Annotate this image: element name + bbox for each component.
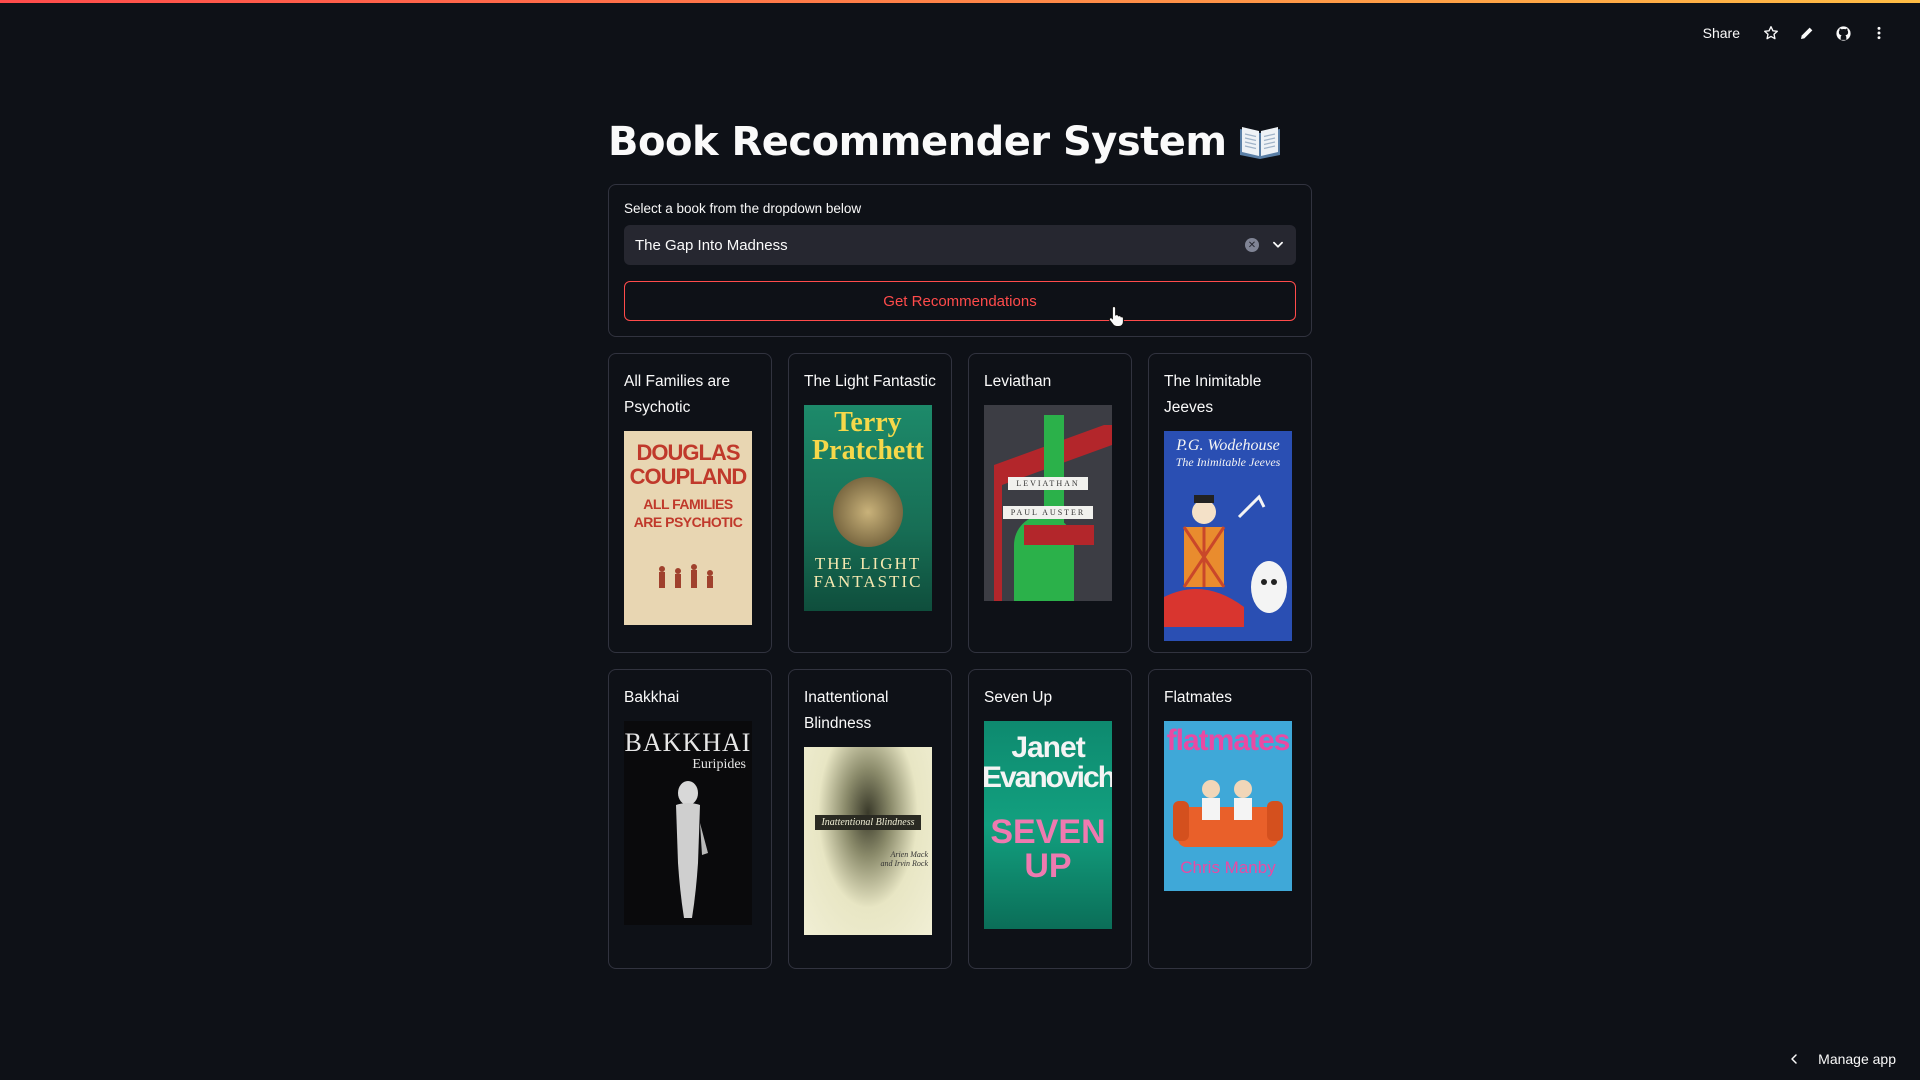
manage-app-label: Manage app: [1818, 1051, 1896, 1067]
jeeves-illustration: [1164, 494, 1287, 627]
book-cover: Inattentional Blindness Arien Mack and I…: [804, 747, 932, 935]
family-illustration: [659, 564, 713, 588]
cover-text: UP: [1024, 847, 1072, 885]
cover-text: P.G. Wodehouse: [1176, 437, 1280, 454]
cover-text: DOUGLAS: [636, 440, 741, 465]
cover-text: Janet: [1011, 731, 1085, 764]
cover-text: THE LIGHT: [814, 554, 922, 573]
leviathan-art: [984, 405, 1112, 601]
book-card: Flatmates flatmates Chris Manby: [1148, 669, 1312, 969]
pointer-cursor-icon: [1108, 305, 1126, 332]
cover-text: Pratchett: [812, 435, 924, 466]
book-emoji-icon: [1237, 123, 1283, 161]
cover-text: Evanovich: [984, 761, 1112, 794]
book-card: The Light Fantastic Terry Pratchett THE …: [788, 353, 952, 653]
cover-art: [833, 477, 903, 547]
book-select-value: The Gap Into Madness: [635, 236, 788, 254]
sofa-illustration: [1173, 780, 1283, 847]
cover-text: COUPLAND: [629, 464, 748, 489]
book-title: Flatmates: [1164, 689, 1233, 706]
cover-text: Terry: [834, 407, 902, 438]
recommendations-grid: All Families are Psychotic DOUGLAS COUPL…: [608, 353, 1312, 969]
more-icon[interactable]: [1868, 22, 1890, 44]
book-select-label: Select a book from the dropdown below: [624, 201, 862, 216]
get-recommendations-button[interactable]: Get Recommendations: [624, 281, 1296, 321]
cover-text: Arien Mack: [890, 849, 928, 859]
cover-text: flatmates: [1166, 724, 1291, 757]
book-cover: LEVIATHAN PAUL AUSTER: [984, 405, 1112, 601]
edit-icon[interactable]: [1796, 22, 1818, 44]
cover-text: and Irvin Rock: [880, 858, 928, 868]
chevron-down-icon[interactable]: [1271, 238, 1285, 252]
toolbar: Share: [1703, 22, 1890, 44]
share-button[interactable]: Share: [1703, 25, 1740, 41]
book-card: All Families are Psychotic DOUGLAS COUPL…: [608, 353, 772, 653]
book-card: Seven Up Janet Evanovich SEVEN UP: [968, 669, 1132, 969]
cover-text: The Inimitable Jeeves: [1175, 455, 1281, 469]
book-card: Bakkhai BAKKHAI Euripides: [608, 669, 772, 969]
cover-text: FANTASTIC: [813, 572, 923, 591]
book-title: Inattentional Blindness: [804, 689, 889, 732]
cover-text: BAKKHAI: [624, 728, 752, 757]
page-title: Book Recommender System: [608, 112, 1312, 172]
book-cover: Terry Pratchett THE LIGHT FANTASTIC: [804, 405, 932, 611]
book-title: Leviathan: [984, 373, 1052, 390]
book-title: Bakkhai: [624, 689, 680, 706]
page-title-text: Book Recommender System: [608, 119, 1227, 165]
cover-text: ARE PSYCHOTIC: [633, 514, 743, 530]
cover-text: ALL FAMILIES: [643, 496, 733, 512]
star-icon[interactable]: [1760, 22, 1782, 44]
book-cover: flatmates Chris Manby: [1164, 721, 1292, 891]
cover-text: SEVEN: [990, 813, 1106, 851]
book-card: The Inimitable Jeeves P.G. Wodehouse The…: [1148, 353, 1312, 653]
cover-text: PAUL AUSTER: [1002, 506, 1094, 519]
main-container: Book Recommender System Select a book fr…: [608, 112, 1312, 969]
cover-text: Inattentional Blindness: [815, 814, 921, 830]
book-title: Seven Up: [984, 689, 1053, 706]
book-title: The Inimitable Jeeves: [1164, 373, 1262, 416]
book-title: The Light Fantastic: [804, 373, 936, 390]
book-cover: BAKKHAI Euripides: [624, 721, 752, 925]
book-cover: Janet Evanovich SEVEN UP: [984, 721, 1112, 929]
book-select[interactable]: The Gap Into Madness ✕: [624, 225, 1296, 265]
book-cover: P.G. Wodehouse The Inimitable Jeeves: [1164, 431, 1292, 641]
book-card: Leviathan LEVIATHAN PAUL AUSTER: [968, 353, 1132, 653]
cover-text: Chris Manby: [1180, 858, 1276, 877]
manage-app-button[interactable]: Manage app: [1788, 1051, 1896, 1067]
header-decoration-bar: [0, 0, 1920, 3]
statue-illustration: [676, 781, 708, 918]
book-card: Inattentional Blindness Inattentional Bl…: [788, 669, 952, 969]
book-cover: DOUGLAS COUPLAND ALL FAMILIES ARE PSYCHO…: [624, 431, 752, 625]
cover-text: LEVIATHAN: [1008, 477, 1088, 490]
book-title: All Families are Psychotic: [624, 373, 730, 416]
github-icon[interactable]: [1832, 22, 1854, 44]
chevron-left-icon: [1788, 1053, 1800, 1065]
clear-selection-icon[interactable]: ✕: [1245, 238, 1259, 252]
recommend-form: Select a book from the dropdown below Th…: [608, 184, 1312, 337]
cover-text: Euripides: [692, 757, 746, 772]
